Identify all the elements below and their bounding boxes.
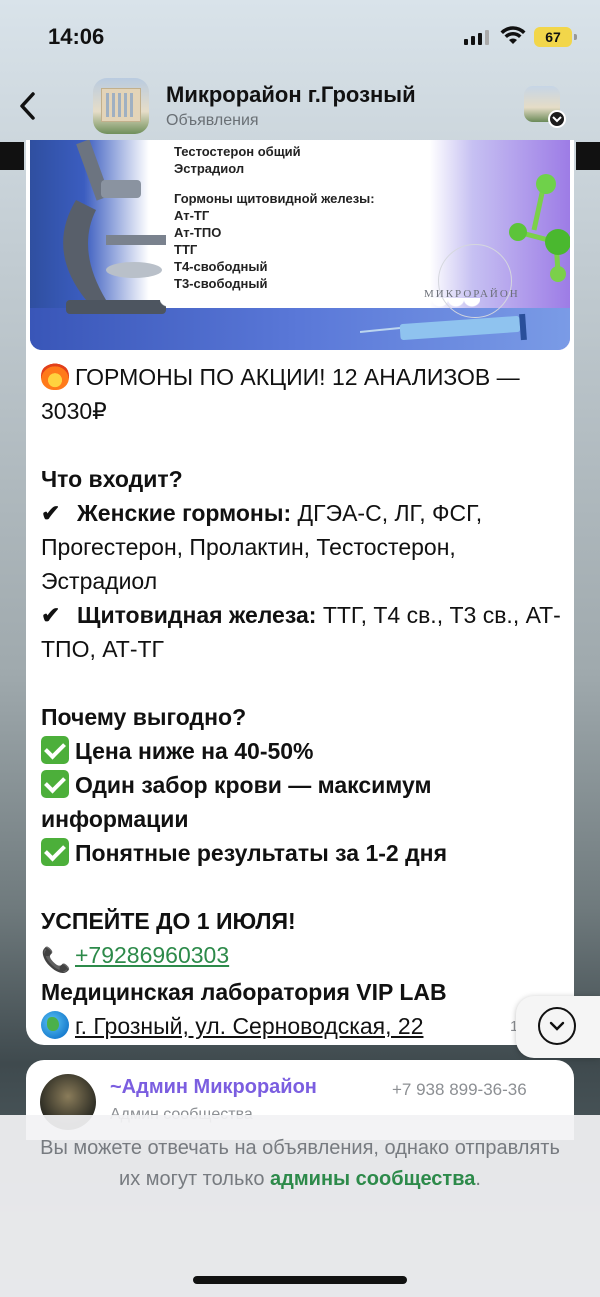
sender-name[interactable]: ~Админ Микрорайон xyxy=(110,1076,317,1099)
post-headline: ГОРМОНЫ ПО АКЦИИ! 12 АНАЛИЗОВ — 3030₽ xyxy=(41,362,520,424)
phone-line: 📞 +79286960303 xyxy=(41,938,566,975)
chevron-down-icon xyxy=(548,110,566,128)
fire-icon xyxy=(41,362,69,390)
channel-subtitle: Объявления xyxy=(166,112,259,129)
channel-title-block[interactable]: Микрорайон г.Грозный Объявления xyxy=(166,82,416,130)
globe-icon xyxy=(41,1011,69,1039)
bottom-notice: Вы можете отвечать на объявления, однако… xyxy=(0,1115,600,1297)
battery-icon: 67 xyxy=(534,27,577,47)
what-included-title: Что входит? xyxy=(41,466,183,492)
back-button[interactable] xyxy=(12,88,42,124)
background-strip xyxy=(576,142,600,170)
benefit-item: Один забор крови — максимум информации xyxy=(41,770,432,832)
admins-link[interactable]: админы сообщества xyxy=(270,1168,475,1190)
channel-avatar[interactable] xyxy=(93,78,149,134)
checkmark-icon: ✔ xyxy=(41,500,61,526)
molecule-icon xyxy=(509,174,570,282)
watermark-logo: МИКРОРАЙОН xyxy=(424,288,520,300)
chevron-left-icon xyxy=(20,92,35,120)
post-text: ГОРМОНЫ ПО АКЦИИ! 12 АНАЛИЗОВ — 3030₽ Чт… xyxy=(41,360,566,1043)
address-link[interactable]: г. Грозный, ул. Серноводская, 22 xyxy=(75,1013,423,1039)
microscope-icon xyxy=(63,140,166,314)
deadline-text: УСПЕЙТЕ ДО 1 ИЮЛЯ! xyxy=(41,908,296,934)
check-box-icon xyxy=(41,770,69,798)
benefit-item: Понятные результаты за 1-2 дня xyxy=(41,836,566,870)
telephone-icon: 📞 xyxy=(41,947,71,974)
check-box-icon xyxy=(41,838,69,866)
notice-text: Вы можете отвечать на объявления, однако… xyxy=(40,1137,560,1190)
background-strip xyxy=(0,142,24,170)
thyroid-line: ✔ Щитовидная железа: ТТГ, Т4 св., Т3 св.,… xyxy=(41,598,566,666)
channel-title: Микрорайон г.Грозный xyxy=(166,82,416,107)
status-bar: 14:06 67 xyxy=(0,0,600,70)
syringe-icon xyxy=(360,313,527,341)
chat-header: Микрорайон г.Грозный Объявления xyxy=(0,70,600,142)
status-time: 14:06 xyxy=(48,24,105,49)
why-title: Почему выгодно? xyxy=(41,704,247,730)
female-hormones-line: ✔ Женские гормоны: ДГЭА-С, ЛГ, ФСГ, Проге… xyxy=(41,496,566,598)
benefit-item: Цена ниже на 40-50% xyxy=(41,734,566,768)
lab-name: Медицинская лаборатория VIP LAB xyxy=(41,979,447,1005)
chevron-down-icon xyxy=(538,1007,576,1045)
message-bubble: Тестостерон общий Эстрадиол Гормоны щито… xyxy=(26,140,574,1045)
wifi-icon xyxy=(500,26,526,44)
scroll-down-button[interactable] xyxy=(516,996,600,1058)
image-hormone-list: Тестостерон общий Эстрадиол Гормоны щито… xyxy=(174,144,375,291)
address-line: г. Грозный, ул. Серноводская, 22 xyxy=(41,1009,566,1043)
home-indicator[interactable] xyxy=(193,1276,407,1284)
phone-link[interactable]: +79286960303 xyxy=(75,942,229,968)
post-image[interactable]: Тестостерон общий Эстрадиол Гормоны щито… xyxy=(30,140,570,350)
cellular-signal-icon xyxy=(464,29,489,45)
community-avatar-button[interactable] xyxy=(524,86,566,128)
checkmark-icon: ✔ xyxy=(41,602,61,628)
sender-phone: +7 938 899-36-36 xyxy=(392,1080,527,1099)
logo-circle xyxy=(438,244,512,318)
check-box-icon xyxy=(41,736,69,764)
